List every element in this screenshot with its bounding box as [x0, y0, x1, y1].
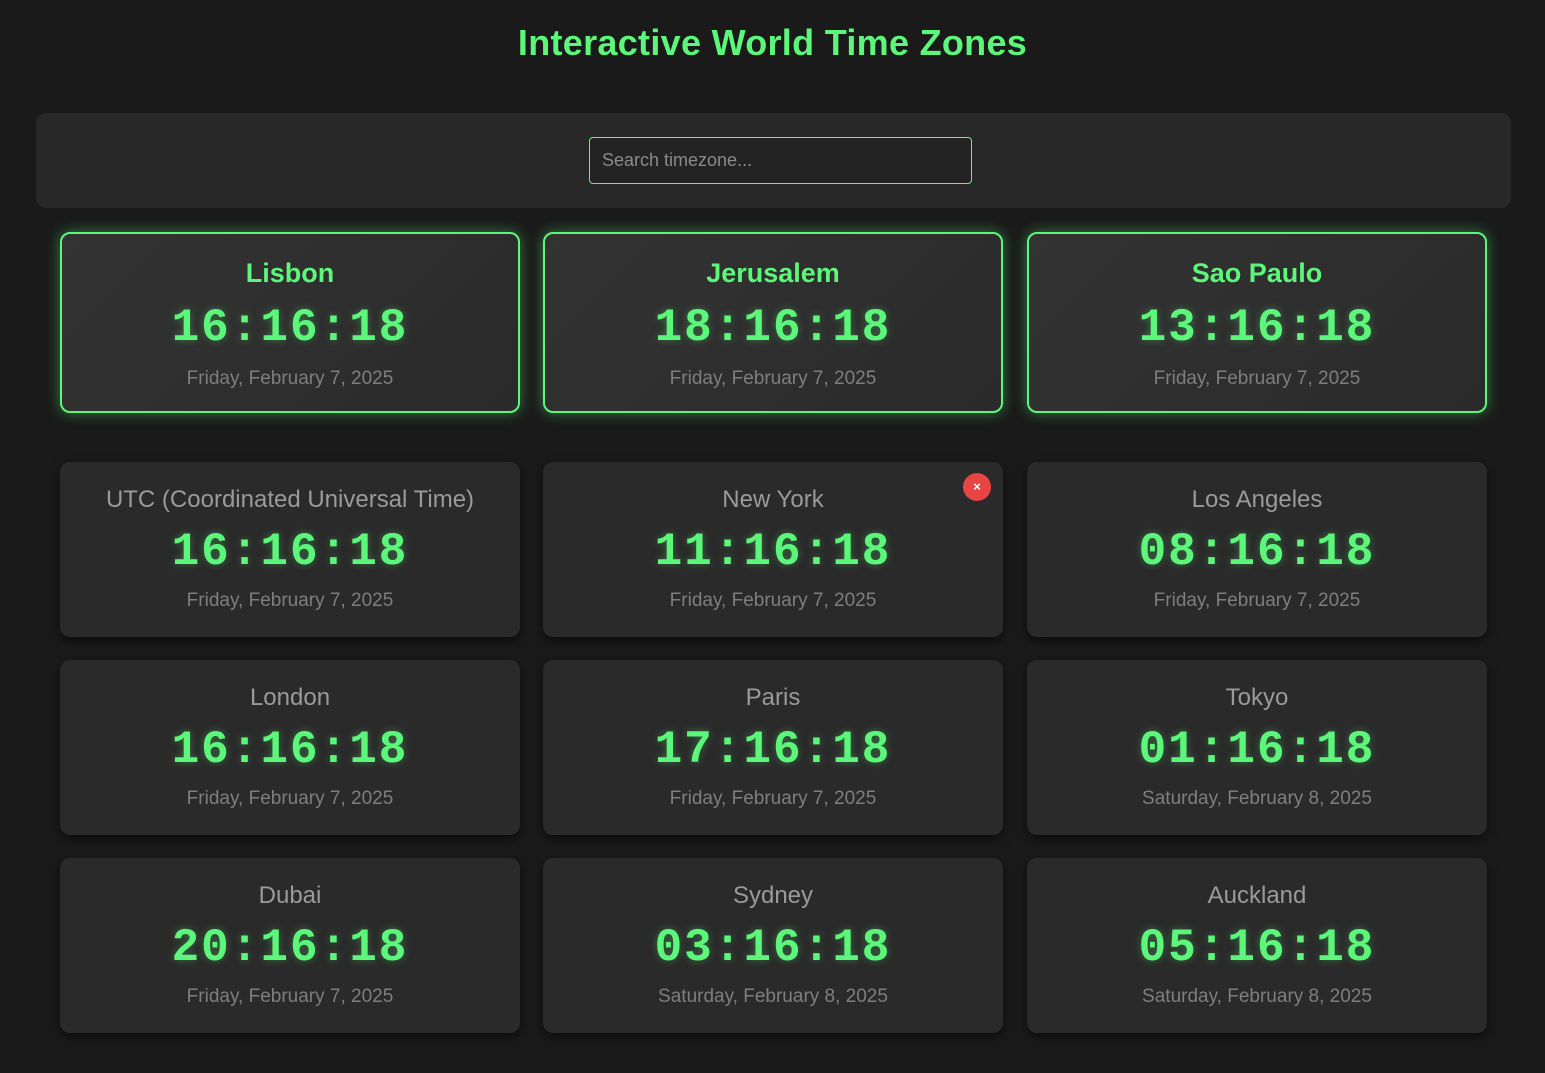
search-panel [36, 113, 1511, 208]
clock-time: 16:16:18 [171, 526, 409, 578]
clock-card[interactable]: Tokyo 01:16:18 Saturday, February 8, 202… [1027, 660, 1487, 835]
clock-city: UTC (Coordinated Universal Time) [105, 486, 475, 513]
clock-time: 05:16:18 [1138, 922, 1376, 974]
clock-time: 18:16:18 [654, 302, 892, 354]
clock-card[interactable]: UTC (Coordinated Universal Time) 16:16:1… [60, 462, 520, 637]
clock-time: 03:16:18 [654, 922, 892, 974]
clock-card[interactable]: Sydney 03:16:18 Saturday, February 8, 20… [543, 858, 1003, 1033]
clock-date: Friday, February 7, 2025 [186, 788, 394, 809]
clock-city: Dubai [258, 882, 322, 909]
clock-date: Saturday, February 8, 2025 [658, 986, 888, 1007]
clock-city: Tokyo [1225, 684, 1289, 711]
clock-city: New York [722, 486, 824, 513]
clock-city: Auckland [1207, 882, 1307, 909]
clock-date: Saturday, February 8, 2025 [1142, 788, 1372, 809]
clock-city: Sao Paulo [1191, 258, 1323, 288]
clock-city: Lisbon [245, 258, 335, 288]
clock-city: Paris [745, 684, 801, 711]
clock-date: Friday, February 7, 2025 [669, 590, 877, 611]
clock-date: Friday, February 7, 2025 [669, 368, 877, 389]
clock-city: Jerusalem [706, 258, 840, 288]
page-title: Interactive World Time Zones [517, 22, 1028, 63]
clock-city: Sydney [732, 882, 814, 909]
clock-time: 16:16:18 [171, 302, 409, 354]
clock-card[interactable]: Auckland 05:16:18 Saturday, February 8, … [1027, 858, 1487, 1033]
favorite-clock-card[interactable]: Lisbon 16:16:18 Friday, February 7, 2025 [60, 232, 520, 413]
clock-card[interactable]: London 16:16:18 Friday, February 7, 2025 [60, 660, 520, 835]
clock-city: Los Angeles [1191, 486, 1323, 513]
clock-time: 13:16:18 [1138, 302, 1376, 354]
clock-time: 16:16:18 [171, 724, 409, 776]
clock-card[interactable]: Los Angeles 08:16:18 Friday, February 7,… [1027, 462, 1487, 637]
clock-time: 20:16:18 [171, 922, 409, 974]
clock-time: 17:16:18 [654, 724, 892, 776]
favorite-clock-card[interactable]: Jerusalem 18:16:18 Friday, February 7, 2… [543, 232, 1003, 413]
clock-date: Friday, February 7, 2025 [669, 788, 877, 809]
search-input[interactable] [589, 137, 972, 184]
clock-date: Friday, February 7, 2025 [186, 590, 394, 611]
clock-date: Saturday, February 8, 2025 [1142, 986, 1372, 1007]
clock-date: Friday, February 7, 2025 [1153, 368, 1361, 389]
clock-card[interactable]: Paris 17:16:18 Friday, February 7, 2025 [543, 660, 1003, 835]
clock-card[interactable]: × New York 11:16:18 Friday, February 7, … [543, 462, 1003, 637]
clock-city: London [249, 684, 331, 711]
clock-time: 08:16:18 [1138, 526, 1376, 578]
clock-time: 01:16:18 [1138, 724, 1376, 776]
favorite-clock-card[interactable]: Sao Paulo 13:16:18 Friday, February 7, 2… [1027, 232, 1487, 413]
clock-date: Friday, February 7, 2025 [1153, 590, 1361, 611]
clock-date: Friday, February 7, 2025 [186, 986, 394, 1007]
clock-date: Friday, February 7, 2025 [186, 368, 394, 389]
clock-time: 11:16:18 [654, 526, 892, 578]
clock-card[interactable]: Dubai 20:16:18 Friday, February 7, 2025 [60, 858, 520, 1033]
